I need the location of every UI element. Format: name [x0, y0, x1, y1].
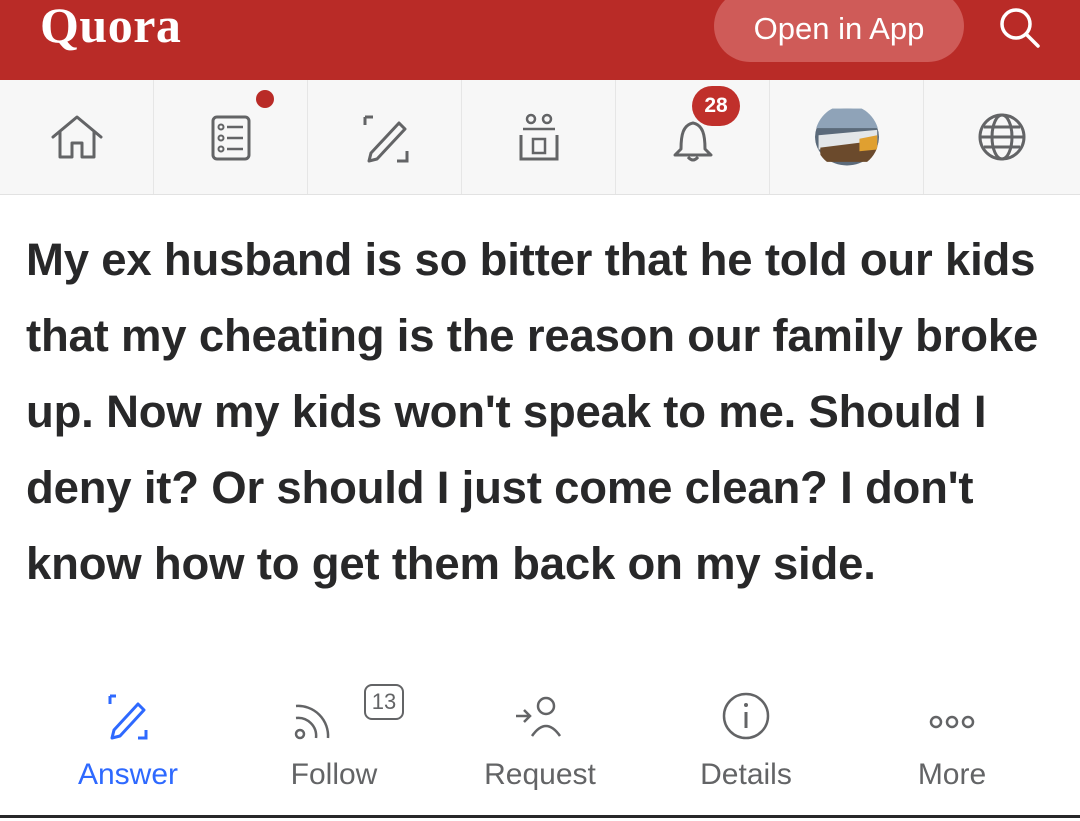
pencil-icon: [108, 694, 148, 740]
write-icon: [363, 115, 408, 163]
nav-spaces[interactable]: [462, 80, 616, 194]
follow-feed-icon: [294, 704, 330, 740]
details-label: Details: [700, 758, 792, 791]
divider: [0, 815, 1080, 818]
request-icon: [516, 696, 562, 737]
request-label: Request: [484, 758, 596, 791]
globe-icon: [978, 113, 1026, 161]
answer-label: Answer: [77, 758, 179, 791]
request-button[interactable]: Request: [440, 680, 640, 800]
more-button[interactable]: More: [852, 680, 1052, 800]
more-label: More: [917, 758, 987, 791]
nav-following[interactable]: [154, 80, 308, 194]
question-title[interactable]: My ex husband is so bitter that he told …: [26, 222, 1056, 602]
nav-bar: [0, 80, 1080, 195]
follow-label: Follow: [290, 758, 378, 791]
following-feed-icon: [211, 115, 250, 161]
nav-languages[interactable]: [924, 80, 1080, 194]
search-icon[interactable]: [994, 2, 1046, 54]
avatar: [814, 108, 879, 166]
answer-button[interactable]: Answer: [28, 680, 228, 800]
more-dots-icon: [929, 715, 975, 729]
spaces-icon: [519, 113, 558, 161]
quora-logo[interactable]: Quora: [40, 0, 181, 54]
nav-home[interactable]: [0, 80, 154, 194]
notification-badge: 28: [692, 86, 740, 126]
nav-write[interactable]: [308, 80, 462, 194]
home-icon: [51, 115, 102, 159]
open-in-app-button[interactable]: Open in App: [714, 0, 964, 62]
follow-button[interactable]: Follow: [234, 680, 434, 800]
top-header: Quora Open in App: [0, 0, 1080, 80]
question-action-bar: Answer Follow Request Details More: [0, 680, 1080, 810]
unread-dot: [256, 90, 274, 108]
follow-count: 13: [364, 684, 404, 720]
details-button[interactable]: Details: [646, 680, 846, 800]
nav-profile[interactable]: [770, 80, 924, 194]
info-icon: [722, 692, 770, 740]
